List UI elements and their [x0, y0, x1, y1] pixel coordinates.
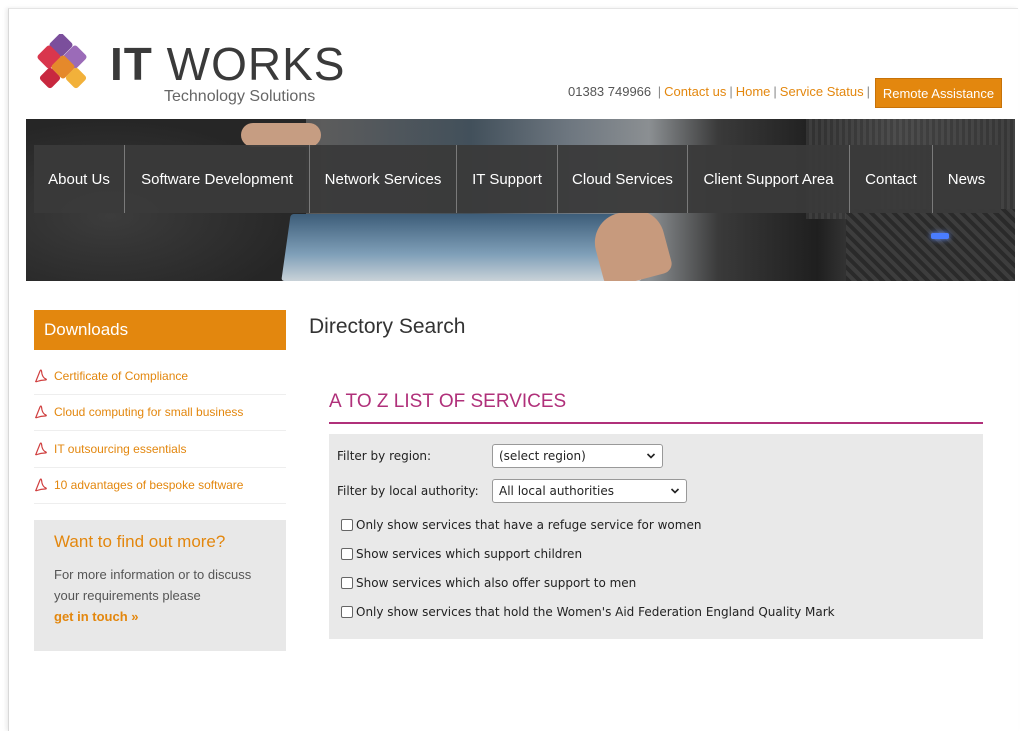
authority-filter-row: Filter by local authority: All local aut… [337, 479, 687, 503]
separator: | [729, 84, 733, 99]
download-item[interactable]: Cloud computing for small business [34, 395, 286, 431]
nav-network-services[interactable]: Network Services [310, 145, 457, 213]
download-item[interactable]: Certificate of Compliance [34, 358, 286, 395]
quality-mark-checkbox[interactable] [341, 606, 353, 618]
checkbox-label: Only show services that have a refuge se… [356, 518, 702, 532]
section-divider [329, 422, 983, 424]
chevron-down-icon [670, 488, 680, 494]
logo-mark-icon [37, 34, 87, 89]
logo-tagline: Technology Solutions [164, 88, 316, 105]
children-checkbox-row[interactable]: Show services which support children [341, 547, 582, 561]
downloads-heading: Downloads [34, 310, 286, 350]
pdf-icon [35, 405, 47, 419]
authority-filter-label: Filter by local authority: [337, 484, 479, 498]
pdf-icon [35, 442, 47, 456]
children-checkbox[interactable] [341, 548, 353, 560]
region-filter-label: Filter by region: [337, 449, 432, 463]
downloads-list: Certificate of Compliance Cloud computin… [34, 358, 286, 504]
authority-select-value: All local authorities [499, 484, 615, 498]
separator: | [657, 84, 662, 99]
region-filter-row: Filter by region: (select region) [337, 444, 663, 468]
nav-contact[interactable]: Contact [850, 145, 933, 213]
nav-client-support-area[interactable]: Client Support Area [688, 145, 850, 213]
nav-cloud-services[interactable]: Cloud Services [558, 145, 688, 213]
site-logo[interactable]: IT WORKS Technology Solutions [34, 34, 364, 114]
nav-news[interactable]: News [933, 145, 1000, 213]
find-out-more-text: For more information or to discuss your … [54, 567, 252, 603]
download-item[interactable]: 10 advantages of bespoke software [34, 468, 286, 504]
logo-title: IT WORKS [110, 38, 346, 90]
remote-assistance-button[interactable]: Remote Assistance [875, 78, 1002, 108]
quality-mark-checkbox-row[interactable]: Only show services that hold the Women's… [341, 605, 835, 619]
download-label: IT outsourcing essentials [54, 441, 187, 456]
download-label: Cloud computing for small business [54, 405, 244, 420]
checkbox-label: Show services which also offer support t… [356, 576, 637, 590]
get-in-touch-link[interactable]: get in touch » [54, 606, 266, 627]
chevron-down-icon [646, 453, 656, 459]
find-out-more-box: Want to find out more? For more informat… [34, 520, 286, 651]
men-checkbox-row[interactable]: Show services which also offer support t… [341, 576, 636, 590]
home-link[interactable]: Home [736, 84, 771, 99]
hero-led [931, 233, 949, 239]
main-nav: About Us Software Development Network Se… [34, 145, 1000, 213]
find-out-more-title: Want to find out more? [54, 532, 226, 551]
nav-it-support[interactable]: IT Support [457, 145, 558, 213]
refuge-checkbox-row[interactable]: Only show services that have a refuge se… [341, 518, 701, 532]
checkbox-label: Show services which support children [356, 547, 583, 561]
pdf-icon [35, 369, 47, 383]
phone-number: 01383 749966 [568, 84, 652, 99]
top-links: 01383 749966 | Contact us | Home | Service St… [568, 84, 873, 99]
nav-software-development[interactable]: Software Development [125, 145, 310, 213]
separator: | [866, 84, 871, 99]
authority-select[interactable]: All local authorities [492, 479, 687, 503]
nav-about-us[interactable]: About Us [34, 145, 125, 213]
hero-hand [241, 123, 321, 147]
download-label: Certificate of Compliance [54, 368, 189, 383]
contact-us-link[interactable]: Contact us [664, 84, 726, 99]
region-select[interactable]: (select region) [492, 444, 663, 468]
refuge-checkbox[interactable] [341, 519, 353, 531]
men-checkbox[interactable] [341, 577, 353, 589]
service-status-link[interactable]: Service Status [780, 84, 864, 99]
section-title: A TO Z LIST OF SERVICES [329, 391, 567, 412]
page-title: Directory Search [309, 315, 466, 338]
pdf-icon [35, 478, 47, 492]
hero-server-panel [846, 209, 1015, 281]
download-item[interactable]: IT outsourcing essentials [34, 431, 286, 468]
separator: | [773, 84, 777, 99]
checkbox-label: Only show services that hold the Women's… [356, 605, 835, 619]
region-select-value: (select region) [499, 449, 586, 463]
download-label: 10 advantages of bespoke software [54, 478, 244, 493]
filter-panel: Filter by region: (select region) Filter… [329, 434, 983, 639]
